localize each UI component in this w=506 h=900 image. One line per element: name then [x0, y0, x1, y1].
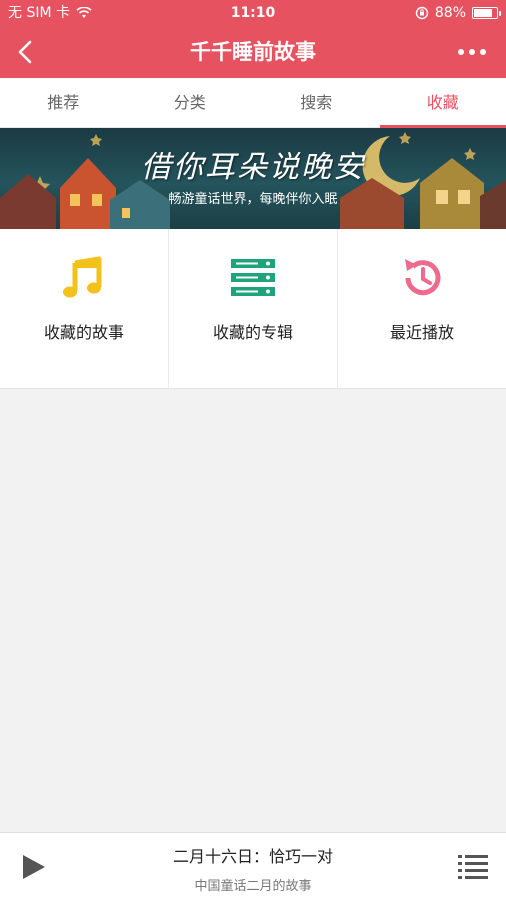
tab-recommend[interactable]: 推荐 — [0, 78, 127, 127]
recent-plays-label: 最近播放 — [389, 323, 454, 342]
banner-subtitle: 畅游童话世界，每晚伴你入眠 — [168, 192, 338, 207]
orientation-lock-icon — [415, 6, 429, 20]
now-playing-title: 二月十六日：恰巧一对 — [172, 847, 333, 866]
banner-title: 借你耳朵说晚安 — [141, 150, 365, 185]
battery-fill — [474, 9, 493, 17]
more-dot-icon — [469, 49, 475, 55]
back-button[interactable] — [6, 32, 46, 72]
more-dot-icon — [480, 49, 486, 55]
favorite-albums-label: 收藏的专辑 — [212, 323, 293, 342]
app-header: 无 SIM 卡 11:10 88% 千千睡前故事 — [0, 0, 506, 78]
status-bar: 无 SIM 卡 11:10 88% — [0, 0, 506, 26]
album-list-icon — [231, 259, 275, 296]
tab-category[interactable]: 分类 — [127, 78, 254, 127]
recent-plays-button[interactable]: 最近播放 — [338, 229, 506, 388]
status-right: 88% — [415, 0, 501, 26]
battery-icon — [472, 7, 501, 19]
tab-bar: 推荐 分类 搜索 收藏 — [0, 78, 506, 128]
favorite-stories-label: 收藏的故事 — [43, 323, 124, 342]
favorite-albums-button[interactable]: 收藏的专辑 — [169, 229, 338, 388]
favorite-stories-button[interactable]: 收藏的故事 — [0, 229, 169, 388]
favorites-grid: 收藏的故事 收藏的专辑 最近播放 — [0, 229, 506, 389]
music-note-icon — [63, 256, 102, 298]
playlist-icon[interactable] — [458, 853, 488, 881]
battery-percent: 88% — [434, 5, 466, 21]
chevron-left-icon — [18, 40, 32, 64]
tab-favorites[interactable]: 收藏 — [379, 78, 506, 128]
now-playing-album: 中国童话二月的故事 — [194, 879, 312, 894]
navbar: 千千睡前故事 — [0, 26, 506, 78]
page-title: 千千睡前故事 — [190, 40, 316, 64]
more-dot-icon — [458, 49, 464, 55]
banner[interactable]: 借你耳朵说晚安 畅游童话世界，每晚伴你入眠 — [0, 128, 506, 229]
more-button[interactable] — [448, 32, 496, 72]
mini-player[interactable]: 二月十六日：恰巧一对 中国童话二月的故事 — [0, 832, 506, 900]
tab-search[interactable]: 搜索 — [253, 78, 380, 127]
history-icon — [405, 259, 441, 296]
